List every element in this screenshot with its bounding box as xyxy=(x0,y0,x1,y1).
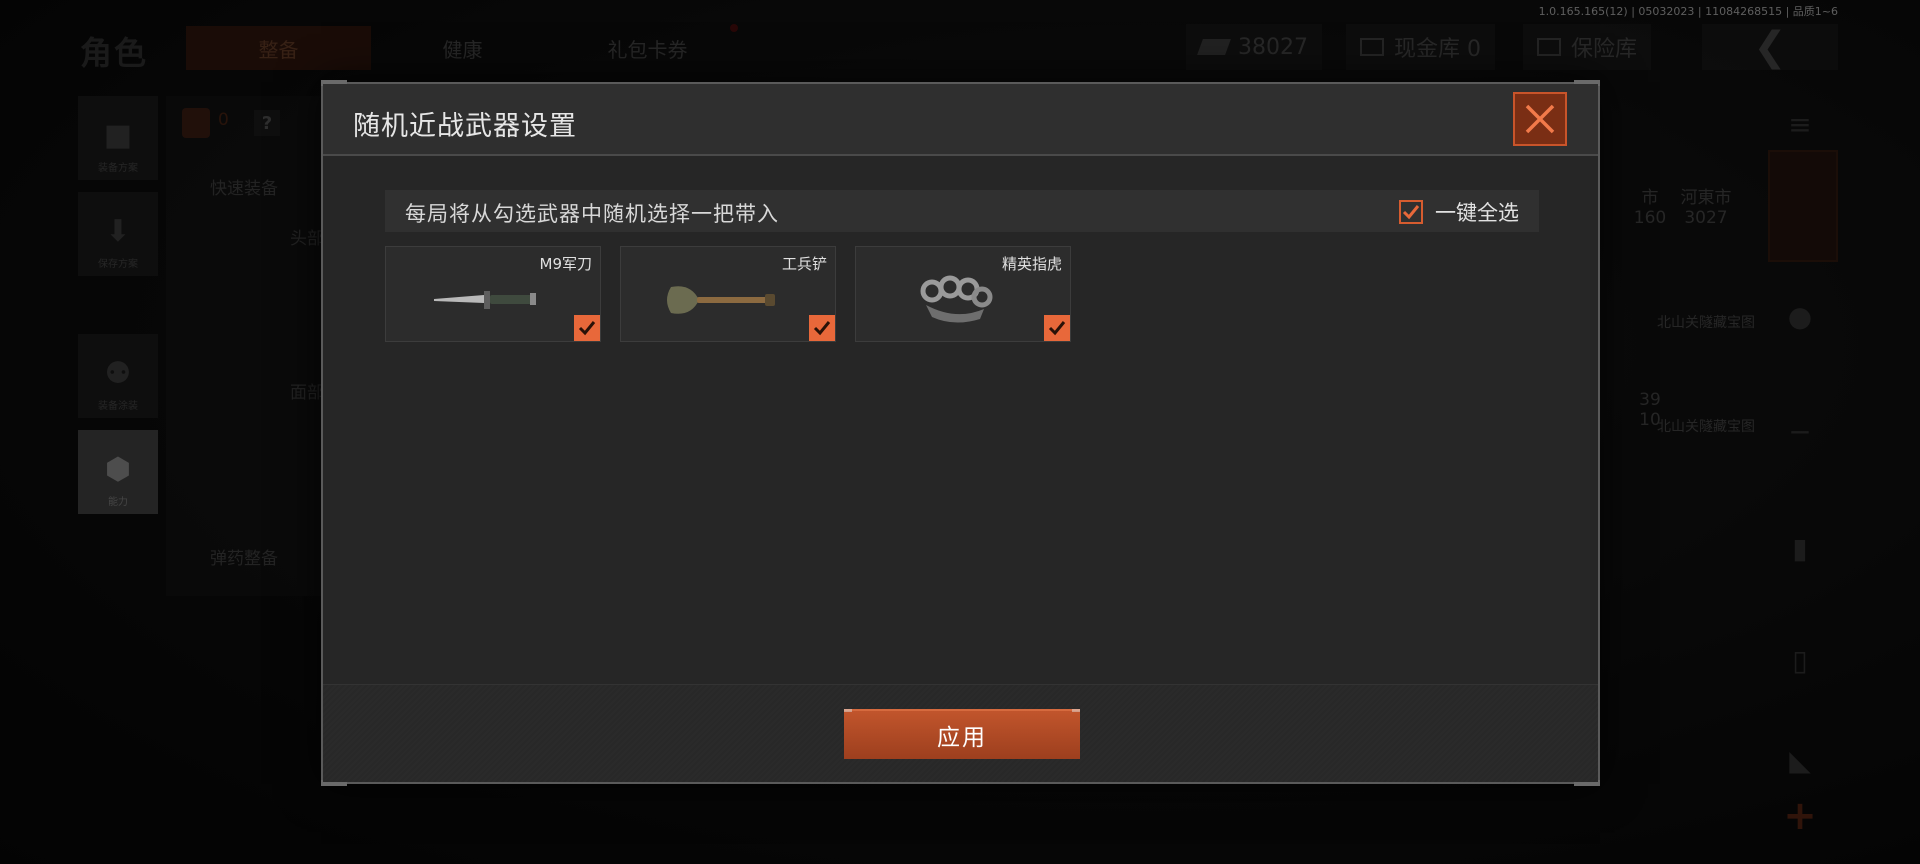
left-nav-ability[interactable]: ⬢ 能力 xyxy=(78,430,158,514)
ammo-button[interactable]: 弹药整备 xyxy=(210,544,278,569)
page-title: 角色 xyxy=(80,34,149,72)
money-icon xyxy=(1197,39,1231,55)
inventory-cell[interactable]: 北山关隧藏宝图 xyxy=(1650,366,1762,436)
left-nav-label: 装备涂装 xyxy=(98,401,138,412)
safe-vault-label: 保险库 xyxy=(1571,37,1638,62)
quick-equip-button[interactable]: 快速装备 xyxy=(210,174,278,199)
chevron-left-icon: ❮ xyxy=(1753,24,1787,70)
safe-vault-icon xyxy=(1537,38,1561,56)
head-slot-label: 头部 xyxy=(290,229,324,249)
weapon-checkbox[interactable] xyxy=(809,315,835,341)
vest-icon: ■ xyxy=(103,118,133,153)
sort-icon[interactable]: ≡ xyxy=(1780,104,1820,144)
apply-button[interactable]: 应用 xyxy=(844,709,1080,759)
weapon-name: M9军刀 xyxy=(539,255,593,273)
currency-display: 38027 xyxy=(1186,24,1322,70)
bayonet-knife-icon xyxy=(434,291,536,309)
back-button[interactable]: ❮ xyxy=(1702,24,1838,70)
help-button[interactable]: ? xyxy=(254,110,280,136)
checkbox-checked-icon xyxy=(1399,200,1423,224)
close-icon xyxy=(1525,104,1555,134)
safe-vault-button[interactable]: 保险库 xyxy=(1523,24,1652,70)
inventory-cell-title: 北山关隧藏宝图 xyxy=(1657,315,1755,331)
tab-equip[interactable]: 整备 xyxy=(186,26,371,70)
weapon-option-shovel[interactable]: 工兵铲 xyxy=(620,246,836,342)
weapon-option-knuckles[interactable]: 精英指虎 xyxy=(855,246,1071,342)
hint-bar: 每局将从勾选武器中随机选择一把带入 一键全选 xyxy=(385,190,1539,232)
close-button[interactable] xyxy=(1513,92,1567,146)
add-button[interactable]: + xyxy=(1780,793,1820,839)
left-nav-label: 保存方案 xyxy=(98,259,138,270)
cash-vault-label: 现金库 0 xyxy=(1394,37,1481,62)
face-slot-label: 面部 xyxy=(290,383,324,403)
left-nav-skin[interactable]: ⚉ 装备涂装 xyxy=(78,334,158,418)
currency-value: 38027 xyxy=(1238,34,1308,60)
inventory-cell-title: 北山关隧藏宝图 xyxy=(1657,419,1755,435)
left-nav-label: 能力 xyxy=(108,497,128,508)
helmet-icon[interactable]: ● xyxy=(1780,296,1820,336)
notification-dot xyxy=(730,24,738,32)
checkmark-icon xyxy=(578,321,596,336)
tab-gift-cards[interactable]: 礼包卡券 xyxy=(555,26,740,70)
brass-knuckles-icon xyxy=(920,275,993,323)
weapon-name: 工兵铲 xyxy=(781,255,827,273)
bottle-icon[interactable]: ▯ xyxy=(1780,640,1820,680)
magazine-icon[interactable]: ▮ xyxy=(1780,528,1820,568)
side-tab-active[interactable] xyxy=(1768,150,1838,262)
tab-health[interactable]: 健康 xyxy=(370,26,555,70)
left-nav-save-plan[interactable]: ⬇ 保存方案 xyxy=(78,192,158,276)
download-icon: ⬇ xyxy=(105,214,131,249)
vest-count: 0 xyxy=(218,110,229,130)
equipment-panel xyxy=(166,96,326,596)
shovel-icon xyxy=(667,286,775,314)
dialog-header: 随机近战武器设置 xyxy=(323,84,1598,156)
weapon-option-m9[interactable]: M9军刀 xyxy=(385,246,601,342)
weapon-checkbox[interactable] xyxy=(1044,315,1070,341)
random-melee-weapon-dialog: 随机近战武器设置 每局将从勾选武器中随机选择一把带入 一键全选 M9军刀 工兵铲… xyxy=(321,80,1600,786)
cash-vault-button[interactable]: 现金库 0 xyxy=(1346,24,1495,70)
version-text: 1.0.165.165(12) | 05032023 | 11084268515… xyxy=(1538,5,1838,18)
left-nav-label: 装备方案 xyxy=(98,163,138,174)
hint-text: 每局将从勾选武器中随机选择一把带入 xyxy=(405,202,779,226)
rifle-icon[interactable]: ─ xyxy=(1780,412,1820,452)
left-nav-equip-plan[interactable]: ■ 装备方案 xyxy=(78,96,158,180)
mask-icon: ⚉ xyxy=(104,356,132,391)
dialog-footer: 应用 xyxy=(323,684,1598,782)
checkmark-icon xyxy=(813,321,831,336)
cash-vault-icon xyxy=(1360,38,1384,56)
checkmark-icon xyxy=(1048,321,1066,336)
weapon-checkbox[interactable] xyxy=(574,315,600,341)
dialog-title: 随机近战武器设置 xyxy=(353,111,577,142)
armor-vest-icon xyxy=(182,108,210,138)
inventory-cell-title: 河東市 xyxy=(1680,188,1732,208)
game-screen: 1.0.165.165(12) | 05032023 | 11084268515… xyxy=(0,0,1920,864)
inventory-cell[interactable]: 河東市 3027 xyxy=(1650,158,1762,228)
lightning-hex-icon: ⬢ xyxy=(104,452,132,487)
weapon-name: 精英指虎 xyxy=(1001,255,1062,273)
select-all-label: 一键全选 xyxy=(1435,201,1519,225)
pistol-icon[interactable]: ◣ xyxy=(1780,740,1820,780)
inventory-cell[interactable]: 北山关隧藏宝图 xyxy=(1650,262,1762,332)
inventory-cell-count: 3027 xyxy=(1684,208,1728,228)
select-all-checkbox[interactable]: 一键全选 xyxy=(1399,197,1519,227)
